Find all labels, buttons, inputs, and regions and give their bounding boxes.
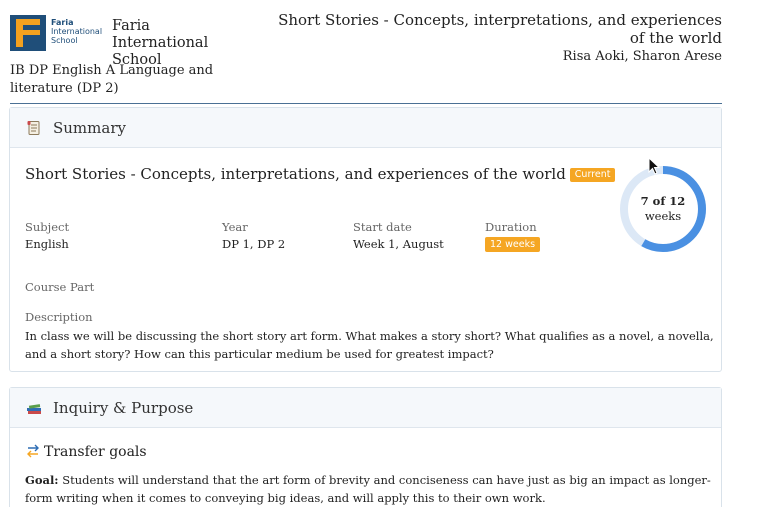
mouse-cursor-icon [648, 157, 660, 175]
progress-label: 7 of 12 weeks [618, 194, 708, 224]
unit-title: Short Stories - Concepts, interpretation… [278, 11, 722, 47]
subject-value: English [25, 237, 69, 251]
description-label: Description [25, 310, 93, 324]
inquiry-purpose-card: Inquiry & Purpose Transfer goals Goal: S… [9, 387, 722, 507]
goal-body: Students will understand that the art fo… [25, 473, 711, 505]
summary-header: Summary [10, 108, 721, 148]
unit-authors: Risa Aoki, Sharon Arese [562, 49, 722, 64]
school-logo [10, 15, 46, 51]
goal-label: Goal: [25, 473, 59, 487]
transfer-goals-heading: Transfer goals [25, 443, 147, 461]
description-text: In class we will be discussing the short… [25, 329, 714, 361]
inquiry-title: Inquiry & Purpose [53, 399, 194, 417]
summary-unit-title-text: Short Stories - Concepts, interpretation… [25, 165, 566, 183]
scroll-icon [27, 121, 40, 135]
year-value: DP 1, DP 2 [222, 237, 286, 251]
subject-label: Subject [25, 220, 70, 234]
summary-unit-title: Short Stories - Concepts, interpretation… [25, 164, 616, 184]
duration-label: Duration [485, 220, 537, 234]
year-label: Year [222, 220, 248, 234]
logo-wordmark: Faria International School [51, 18, 103, 45]
summary-card: Summary Short Stories - Concepts, interp… [9, 107, 722, 372]
books-icon [27, 404, 41, 414]
duration-value: 12 weeks [485, 236, 541, 252]
progress-unit: weeks [644, 209, 682, 223]
progress-count: 7 of 12 [640, 194, 686, 208]
transfer-goals-label: Transfer goals [44, 444, 147, 460]
transfer-arrows-icon [27, 444, 39, 458]
duration-badge: 12 weeks [485, 237, 541, 252]
status-badge: Current [569, 168, 616, 182]
transfer-goal-text: Goal: Students will understand that the … [25, 471, 715, 507]
start-date-value: Week 1, August [353, 237, 444, 251]
course-name: IB DP English A Language and literature … [10, 63, 214, 96]
summary-title: Summary [53, 119, 126, 137]
page-header: Faria International School Faria Interna… [0, 0, 759, 104]
course-part-label: Course Part [25, 280, 95, 294]
header-divider [10, 103, 722, 104]
inquiry-header: Inquiry & Purpose [10, 388, 721, 428]
start-date-label: Start date [353, 220, 412, 234]
